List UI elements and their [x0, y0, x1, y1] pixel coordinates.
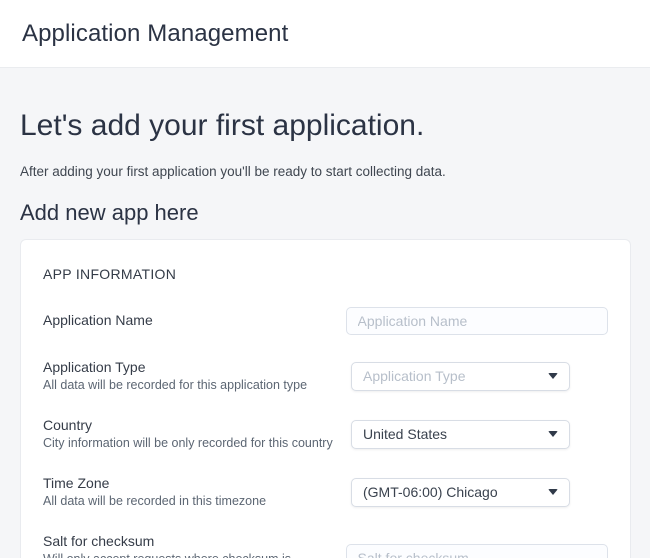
field-label: Salt for checksum [43, 533, 330, 549]
page-header: Application Management [0, 0, 650, 68]
caret-down-icon [548, 489, 558, 495]
form-row-timezone: Time Zone All data will be recorded in t… [43, 475, 608, 509]
salt-checksum-input[interactable] [346, 544, 608, 558]
form-row-salt: Salt for checksum Will only accept reque… [43, 533, 608, 558]
row-text: Time Zone All data will be recorded in t… [43, 475, 351, 509]
field-help: All data will be recorded for this appli… [43, 377, 335, 393]
field-help: All data will be recorded in this timezo… [43, 493, 335, 509]
form-row-application-type: Application Type All data will be record… [43, 359, 608, 393]
field-label: Application Name [43, 312, 330, 328]
intro-heading: Let's add your first application. [20, 109, 630, 143]
field-help: Will only accept requests where checksum… [43, 551, 330, 558]
field-label: Time Zone [43, 475, 335, 491]
row-text: Application Name [43, 312, 346, 330]
select-value: Application Type [363, 368, 465, 384]
row-text: Salt for checksum Will only accept reque… [43, 533, 346, 558]
application-management-screen: Application Management Let's add your fi… [0, 0, 650, 558]
timezone-select[interactable]: (GMT-06:00) Chicago [351, 478, 570, 507]
country-select[interactable]: United States [351, 420, 570, 449]
field-help: City information will be only recorded f… [43, 435, 335, 451]
add-new-app-heading: Add new app here [20, 200, 630, 226]
intro-subtitle: After adding your first application you'… [20, 163, 630, 181]
form-row-application-name: Application Name [43, 307, 608, 335]
form-row-country: Country City information will be only re… [43, 417, 608, 451]
card-section-title: APP INFORMATION [43, 266, 608, 283]
field-label: Application Type [43, 359, 335, 375]
caret-down-icon [548, 431, 558, 437]
row-text: Country City information will be only re… [43, 417, 351, 451]
row-text: Application Type All data will be record… [43, 359, 351, 393]
content: Let's add your first application. After … [0, 109, 650, 558]
field-label: Country [43, 417, 335, 433]
application-type-select[interactable]: Application Type [351, 362, 570, 391]
app-information-card: APP INFORMATION Application Name Applica… [20, 239, 631, 558]
application-name-input[interactable] [346, 307, 608, 335]
select-value: (GMT-06:00) Chicago [363, 484, 498, 500]
select-value: United States [363, 426, 447, 442]
caret-down-icon [548, 373, 558, 379]
page-title: Application Management [22, 20, 288, 48]
